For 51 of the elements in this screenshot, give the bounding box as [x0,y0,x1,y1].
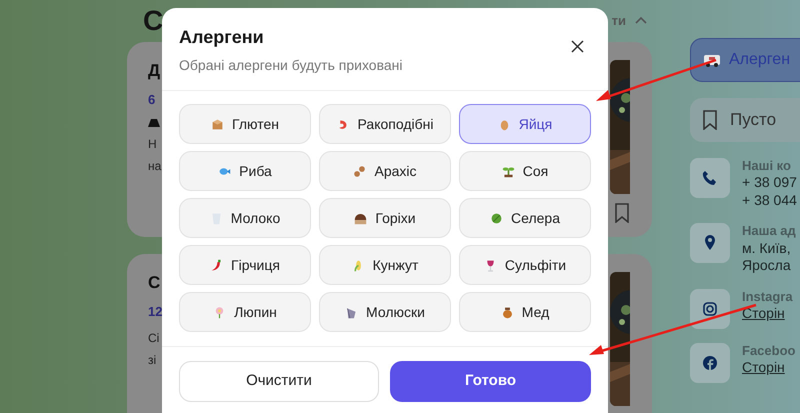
allergen-option[interactable]: Гірчиця [179,245,311,285]
bookmark-icon[interactable] [614,203,630,223]
contact-text: + 38 097 [742,174,797,192]
dish-description: Н [148,136,158,153]
allergen-option[interactable]: Мед [459,292,591,332]
allergen-option[interactable]: Селера [459,198,591,238]
honey-pot-icon [500,306,514,318]
page-link[interactable]: Сторін [742,358,796,376]
shell-icon [345,306,358,318]
contact-text: + 38 044 [742,192,797,210]
close-icon [570,40,584,52]
chestnut-icon [354,212,368,224]
allergen-option[interactable]: Кунжут [319,245,451,285]
allergen-option[interactable]: Люпин [179,292,311,332]
allergen-option[interactable]: Арахіс [319,151,451,191]
sprout-icon [502,164,515,178]
contact-label: Наші ко [742,158,792,174]
leafy-greens-icon [490,212,504,224]
favorites-panel[interactable]: Пусто [690,98,800,142]
contact-label: Наша ад [742,223,796,240]
dish-description: на [148,158,162,175]
page-heading: С [143,4,164,38]
allergen-option[interactable]: Глютен [179,104,311,144]
dish-description: зі [148,352,158,369]
done-button[interactable]: Готово [390,361,591,402]
contact-text: Яросла [742,257,792,274]
chili-icon [210,258,224,272]
box-icon [211,118,224,130]
dialog-title: Алергени [179,26,265,49]
allergen-option[interactable]: Молюски [319,292,451,332]
allergen-option[interactable]: Яйця [459,104,591,144]
allergen-option[interactable]: Сульфіти [459,245,591,285]
page-link[interactable]: Сторін [742,304,793,322]
allergen-option[interactable]: Риба [179,151,311,191]
dialog-subtitle: Обрані алергени будуть приховані [179,56,403,75]
peanut-icon [353,164,366,178]
dish-price: 6 [148,90,156,108]
contact-label: Faceboo [742,342,796,359]
allergen-option[interactable]: Соя [459,151,591,191]
dish-description: Сі [148,330,160,347]
allergen-option[interactable]: Молоко [179,198,311,238]
allergen-option[interactable]: Ракоподібні [319,104,451,144]
contact-label: Instagra [742,288,793,305]
favorites-text: Пусто [730,109,776,132]
clear-button[interactable]: Очистити [179,361,379,402]
bookmark-icon [702,110,718,130]
dish-title: Д [148,60,162,82]
allergen-option[interactable]: Горіхи [319,198,451,238]
dish-price: 12 [148,302,162,320]
contact-text: м. Київ, [742,240,792,257]
dish-title: С [148,272,162,294]
